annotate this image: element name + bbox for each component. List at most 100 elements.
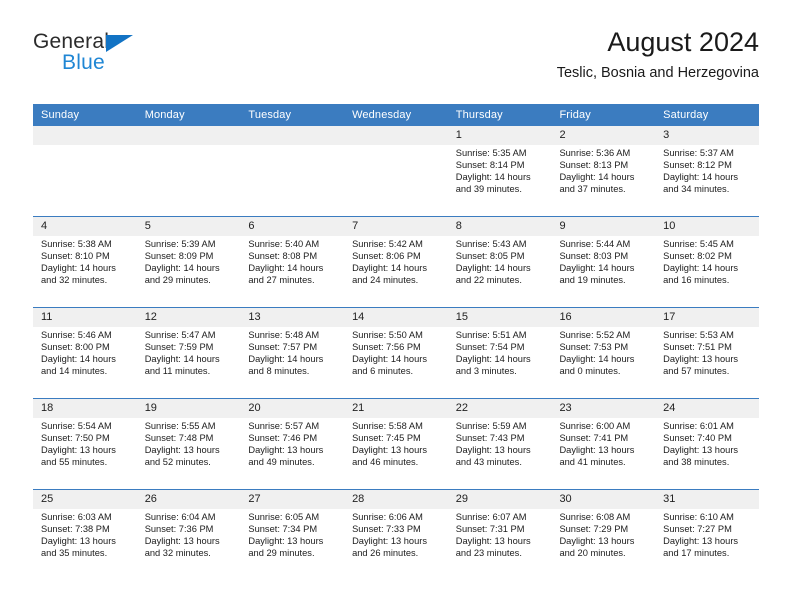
day-number: 19 [136, 399, 241, 418]
sunrise-text: Sunrise: 5:35 AM [455, 148, 527, 158]
weekday-header-sunday: Sunday [33, 104, 137, 126]
daylight-text-line1: Daylight: 14 hours [455, 171, 531, 182]
sunrise-text: Sunrise: 6:06 AM [352, 512, 423, 522]
sunrise-text: Sunrise: 5:59 AM [455, 421, 527, 431]
sunrise-text: Sunrise: 6:00 AM [559, 421, 631, 431]
sunset-text: Sunset: 8:09 PM [144, 250, 214, 261]
week-1-info-row: Sunrise: 5:35 AM Sunset: 8:14 PM Dayligh… [33, 145, 759, 216]
day-cell[interactable]: Sunrise: 6:07 AM Sunset: 7:31 PM Dayligh… [447, 509, 552, 580]
day-cell[interactable] [240, 145, 345, 216]
sunset-text: Sunset: 8:03 PM [559, 250, 629, 261]
daylight-text-line1: Daylight: 13 hours [248, 535, 324, 546]
day-number: 2 [551, 126, 656, 145]
daylight-text-line2: and 49 minutes. [248, 456, 315, 467]
week-3-daynum-row: 11 12 13 14 15 16 17 [33, 308, 759, 327]
day-cell[interactable]: Sunrise: 5:59 AM Sunset: 7:43 PM Dayligh… [447, 418, 552, 489]
day-cell[interactable]: Sunrise: 5:50 AM Sunset: 7:56 PM Dayligh… [344, 327, 448, 398]
day-cell[interactable]: Sunrise: 5:48 AM Sunset: 7:57 PM Dayligh… [240, 327, 345, 398]
week-2-daynum-row: 4 5 6 7 8 9 10 [33, 217, 759, 236]
day-number: 5 [136, 217, 241, 236]
day-number: 28 [344, 490, 448, 509]
sunset-text: Sunset: 7:34 PM [248, 523, 318, 534]
daylight-text-line1: Daylight: 13 hours [41, 535, 116, 546]
day-number: 7 [344, 217, 448, 236]
day-cell[interactable]: Sunrise: 5:57 AM Sunset: 7:46 PM Dayligh… [240, 418, 345, 489]
day-cell[interactable]: Sunrise: 5:55 AM Sunset: 7:48 PM Dayligh… [136, 418, 241, 489]
day-cell[interactable]: Sunrise: 5:36 AM Sunset: 8:13 PM Dayligh… [551, 145, 656, 216]
daylight-text-line2: and 14 minutes. [41, 365, 108, 376]
day-cell[interactable] [136, 145, 241, 216]
day-number: 25 [33, 490, 137, 509]
day-number: 1 [447, 126, 552, 145]
daylight-text-line2: and 52 minutes. [144, 456, 211, 467]
daylight-text-line1: Daylight: 14 hours [559, 262, 635, 273]
day-number: 21 [344, 399, 448, 418]
day-cell[interactable]: Sunrise: 5:37 AM Sunset: 8:12 PM Dayligh… [655, 145, 759, 216]
daylight-text-line2: and 38 minutes. [663, 456, 730, 467]
day-number [344, 126, 448, 145]
day-cell[interactable]: Sunrise: 5:39 AM Sunset: 8:09 PM Dayligh… [136, 236, 241, 307]
day-cell[interactable]: Sunrise: 6:08 AM Sunset: 7:29 PM Dayligh… [551, 509, 656, 580]
sunset-text: Sunset: 7:33 PM [352, 523, 421, 534]
sunset-text: Sunset: 8:05 PM [455, 250, 525, 261]
day-cell[interactable]: Sunrise: 5:42 AM Sunset: 8:06 PM Dayligh… [344, 236, 448, 307]
day-cell[interactable]: Sunrise: 5:54 AM Sunset: 7:50 PM Dayligh… [33, 418, 137, 489]
daylight-text-line2: and 43 minutes. [455, 456, 522, 467]
sunrise-text: Sunrise: 5:50 AM [352, 330, 423, 340]
week-4-daynum-row: 18 19 20 21 22 23 24 [33, 399, 759, 418]
day-cell[interactable]: Sunrise: 5:47 AM Sunset: 7:59 PM Dayligh… [136, 327, 241, 398]
daylight-text-line2: and 32 minutes. [41, 274, 108, 285]
day-cell[interactable]: Sunrise: 6:04 AM Sunset: 7:36 PM Dayligh… [136, 509, 241, 580]
daylight-text-line1: Daylight: 14 hours [41, 262, 116, 273]
day-cell[interactable]: Sunrise: 5:53 AM Sunset: 7:51 PM Dayligh… [655, 327, 759, 398]
sunrise-text: Sunrise: 5:54 AM [41, 421, 112, 431]
sunset-text: Sunset: 7:54 PM [455, 341, 525, 352]
day-cell[interactable]: Sunrise: 6:10 AM Sunset: 7:27 PM Dayligh… [655, 509, 759, 580]
daylight-text-line1: Daylight: 14 hours [248, 262, 324, 273]
sunset-text: Sunset: 7:57 PM [248, 341, 318, 352]
day-cell[interactable]: Sunrise: 5:52 AM Sunset: 7:53 PM Dayligh… [551, 327, 656, 398]
weekday-header-saturday: Saturday [655, 104, 759, 126]
sunset-text: Sunset: 7:59 PM [144, 341, 214, 352]
day-cell[interactable]: Sunrise: 6:01 AM Sunset: 7:40 PM Dayligh… [655, 418, 759, 489]
sunrise-text: Sunrise: 5:52 AM [559, 330, 631, 340]
sunrise-text: Sunrise: 5:39 AM [144, 239, 216, 249]
page-title: August 2024 [607, 27, 759, 57]
day-cell[interactable]: Sunrise: 5:51 AM Sunset: 7:54 PM Dayligh… [447, 327, 552, 398]
day-cell[interactable]: Sunrise: 6:06 AM Sunset: 7:33 PM Dayligh… [344, 509, 448, 580]
daylight-text-line1: Daylight: 14 hours [144, 262, 220, 273]
daylight-text-line2: and 3 minutes. [455, 365, 517, 376]
day-number: 27 [240, 490, 345, 509]
daylight-text-line1: Daylight: 13 hours [559, 444, 635, 455]
sunset-text: Sunset: 7:45 PM [352, 432, 421, 443]
day-cell[interactable]: Sunrise: 6:05 AM Sunset: 7:34 PM Dayligh… [240, 509, 345, 580]
daylight-text-line1: Daylight: 14 hours [663, 262, 739, 273]
daylight-text-line1: Daylight: 14 hours [455, 353, 531, 364]
day-cell[interactable]: Sunrise: 6:03 AM Sunset: 7:38 PM Dayligh… [33, 509, 137, 580]
day-cell[interactable]: Sunrise: 5:43 AM Sunset: 8:05 PM Dayligh… [447, 236, 552, 307]
daylight-text-line2: and 26 minutes. [352, 547, 419, 558]
day-cell[interactable]: Sunrise: 5:46 AM Sunset: 8:00 PM Dayligh… [33, 327, 137, 398]
day-cell[interactable]: Sunrise: 6:00 AM Sunset: 7:41 PM Dayligh… [551, 418, 656, 489]
sunset-text: Sunset: 7:40 PM [663, 432, 732, 443]
day-cell[interactable]: Sunrise: 5:45 AM Sunset: 8:02 PM Dayligh… [655, 236, 759, 307]
day-cell[interactable]: Sunrise: 5:40 AM Sunset: 8:08 PM Dayligh… [240, 236, 345, 307]
daylight-text-line1: Daylight: 13 hours [352, 535, 427, 546]
daylight-text-line2: and 39 minutes. [455, 183, 522, 194]
sunrise-text: Sunrise: 5:57 AM [248, 421, 320, 431]
day-cell[interactable]: Sunrise: 5:38 AM Sunset: 8:10 PM Dayligh… [33, 236, 137, 307]
weekday-header-wednesday: Wednesday [344, 104, 448, 126]
week-3-info-row: Sunrise: 5:46 AM Sunset: 8:00 PM Dayligh… [33, 327, 759, 398]
day-cell[interactable]: Sunrise: 5:44 AM Sunset: 8:03 PM Dayligh… [551, 236, 656, 307]
day-cell[interactable] [344, 145, 448, 216]
day-number: 23 [551, 399, 656, 418]
day-cell[interactable]: Sunrise: 5:35 AM Sunset: 8:14 PM Dayligh… [447, 145, 552, 216]
day-number: 6 [240, 217, 345, 236]
general-blue-logo: General Blue [33, 30, 233, 82]
day-cell[interactable] [33, 145, 137, 216]
daylight-text-line1: Daylight: 13 hours [41, 444, 116, 455]
day-cell[interactable]: Sunrise: 5:58 AM Sunset: 7:45 PM Dayligh… [344, 418, 448, 489]
day-number: 22 [447, 399, 552, 418]
day-number [136, 126, 241, 145]
weekday-header-monday: Monday [136, 104, 241, 126]
